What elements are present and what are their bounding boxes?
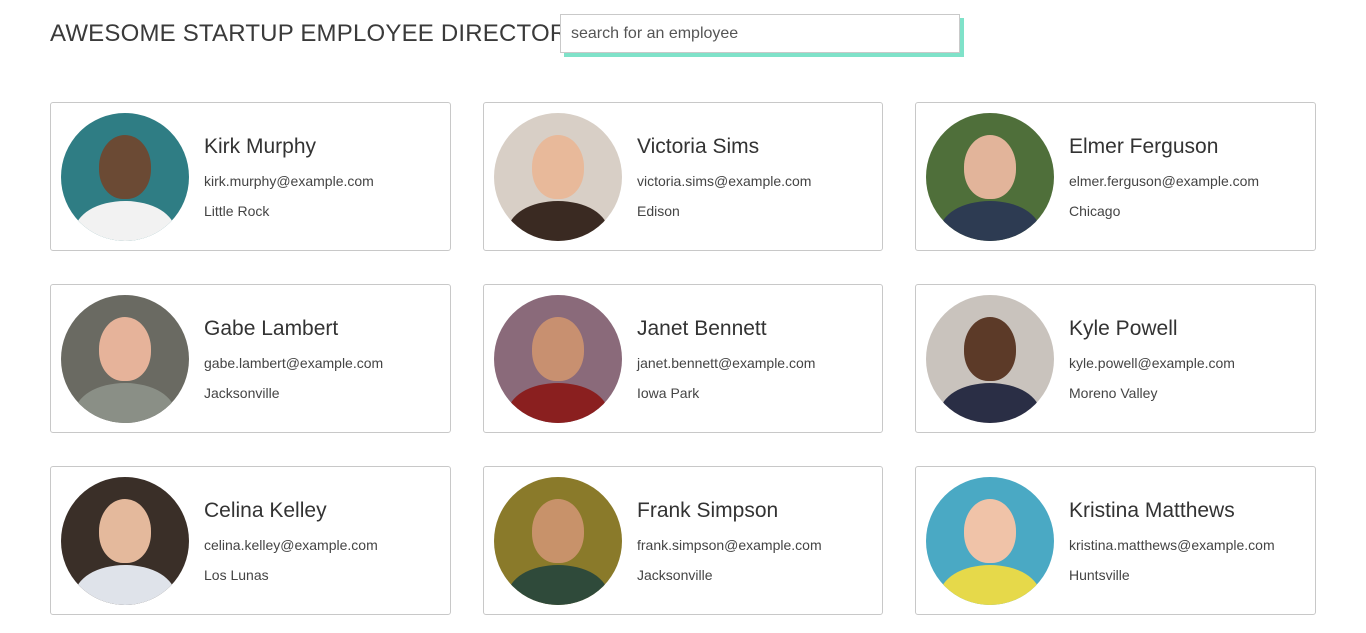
employee-email: kyle.powell@example.com <box>1069 354 1235 371</box>
employee-name: Victoria Sims <box>637 134 760 158</box>
employee-city: Moreno Valley <box>1069 384 1158 401</box>
employee-info: Celina Kelley celina.kelley@example.com Lo… <box>204 499 378 583</box>
employee-email: gabe.lambert@example.com <box>204 354 384 371</box>
search-box <box>560 14 964 57</box>
employee-card[interactable]: Kyle Powell kyle.powell@example.com Moreno… <box>915 284 1316 433</box>
employee-directory-page: AWESOME STARTUP EMPLOYEE DIRECTORY Kirk … <box>0 0 1366 633</box>
employee-avatar <box>926 476 1054 605</box>
employee-info: Kyle Powell kyle.powell@example.com Moreno… <box>1069 317 1235 401</box>
employee-name: Kirk Murphy <box>204 134 317 158</box>
employee-card[interactable]: Elmer Ferguson elmer.ferguson@example.com… <box>915 102 1316 251</box>
employee-city: Chicago <box>1069 202 1121 219</box>
employee-grid: Kirk Murphy kirk.murphy@example.com Little… <box>50 102 1316 615</box>
employee-name: Janet Bennett <box>637 316 767 340</box>
employee-city: Huntsville <box>1069 566 1130 583</box>
employee-email: victoria.sims@example.com <box>637 172 812 189</box>
employee-info: Janet Bennett janet.bennett@example.com Io… <box>637 317 815 401</box>
page-title: AWESOME STARTUP EMPLOYEE DIRECTORY <box>50 20 584 47</box>
employee-name: Gabe Lambert <box>204 316 339 340</box>
employee-info: Frank Simpson frank.simpson@example.com Ja… <box>637 499 822 583</box>
employee-avatar <box>61 112 189 241</box>
employee-email: elmer.ferguson@example.com <box>1069 172 1260 189</box>
employee-avatar <box>61 476 189 605</box>
employee-info: Elmer Ferguson elmer.ferguson@example.com… <box>1069 135 1259 219</box>
employee-email: kristina.matthews@example.com <box>1069 536 1275 553</box>
employee-card[interactable]: Frank Simpson frank.simpson@example.com Ja… <box>483 466 883 615</box>
employee-city: Little Rock <box>204 202 270 219</box>
employee-email: frank.simpson@example.com <box>637 536 822 553</box>
employee-avatar <box>494 294 622 423</box>
search-input[interactable] <box>560 14 960 53</box>
employee-name: Kyle Powell <box>1069 316 1178 340</box>
employee-card[interactable]: Kirk Murphy kirk.murphy@example.com Little… <box>50 102 451 251</box>
employee-email: celina.kelley@example.com <box>204 536 378 553</box>
employee-city: Jacksonville <box>637 566 713 583</box>
employee-city: Iowa Park <box>637 384 700 401</box>
header: AWESOME STARTUP EMPLOYEE DIRECTORY <box>50 14 583 54</box>
employee-info: Kristina Matthews kristina.matthews@examp… <box>1069 499 1275 583</box>
employee-city: Edison <box>637 202 680 219</box>
employee-email: janet.bennett@example.com <box>637 354 816 371</box>
employee-name: Kristina Matthews <box>1069 498 1235 522</box>
employee-info: Victoria Sims victoria.sims@example.com Ed… <box>637 135 811 219</box>
employee-avatar <box>494 476 622 605</box>
employee-avatar <box>926 112 1054 241</box>
employee-name: Celina Kelley <box>204 498 327 522</box>
employee-avatar <box>494 112 622 241</box>
employee-email: kirk.murphy@example.com <box>204 172 374 189</box>
employee-card[interactable]: Kristina Matthews kristina.matthews@examp… <box>915 466 1316 615</box>
employee-card[interactable]: Celina Kelley celina.kelley@example.com Lo… <box>50 466 451 615</box>
employee-name: Frank Simpson <box>637 498 779 522</box>
employee-info: Gabe Lambert gabe.lambert@example.com Jack… <box>204 317 383 401</box>
employee-name: Elmer Ferguson <box>1069 134 1219 158</box>
employee-avatar <box>926 294 1054 423</box>
employee-card[interactable]: Janet Bennett janet.bennett@example.com Io… <box>483 284 883 433</box>
employee-info: Kirk Murphy kirk.murphy@example.com Little… <box>204 135 374 219</box>
employee-avatar <box>61 294 189 423</box>
employee-card[interactable]: Gabe Lambert gabe.lambert@example.com Jack… <box>50 284 451 433</box>
employee-card[interactable]: Victoria Sims victoria.sims@example.com Ed… <box>483 102 883 251</box>
employee-city: Los Lunas <box>204 566 269 583</box>
employee-city: Jacksonville <box>204 384 280 401</box>
